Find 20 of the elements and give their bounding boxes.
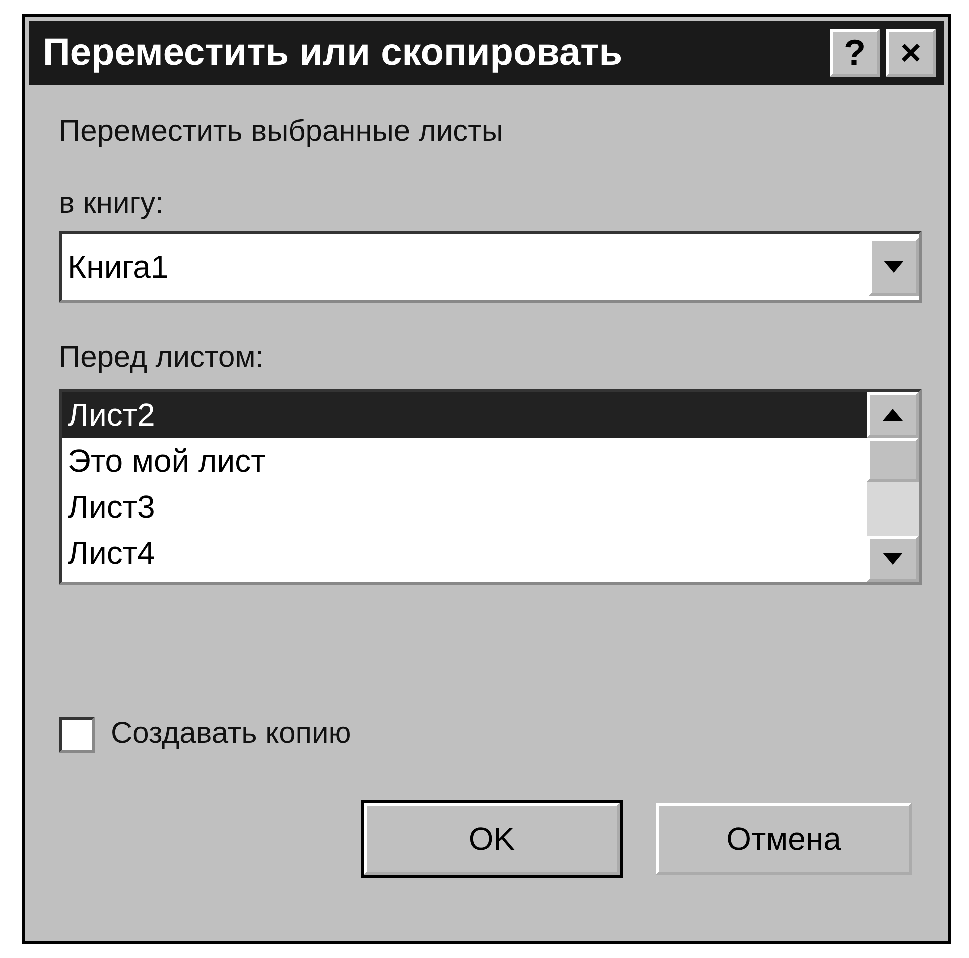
scrollbar[interactable]	[867, 392, 919, 582]
sheet-list-item[interactable]: Лист4	[62, 530, 867, 576]
sheet-list-item[interactable]: Лист3	[62, 484, 867, 530]
prompt-text: Переместить выбранные листы	[59, 115, 504, 149]
sheet-list-label: Перед листом:	[59, 341, 264, 375]
window-title: Переместить или скопировать	[43, 32, 623, 74]
close-button[interactable]: ×	[886, 29, 936, 77]
dialog-button[interactable]: Отмена	[656, 803, 912, 875]
copy-label: Создавать копию	[111, 717, 352, 751]
sheet-list-item[interactable]: Лист2	[62, 392, 867, 438]
book-label: в книгу:	[59, 187, 164, 221]
scroll-thumb[interactable]	[867, 438, 919, 482]
scroll-down-icon[interactable]	[867, 536, 919, 582]
scroll-up-icon[interactable]	[867, 392, 919, 438]
sheet-list-item[interactable]: Это мой лист	[62, 438, 867, 484]
help-button[interactable]: ?	[830, 29, 880, 77]
copy-checkbox[interactable]	[59, 717, 95, 753]
book-value: Книга1	[68, 248, 169, 286]
dialog-button[interactable]: OK	[364, 803, 620, 875]
book-dropdown[interactable]: Книга1	[59, 231, 922, 303]
